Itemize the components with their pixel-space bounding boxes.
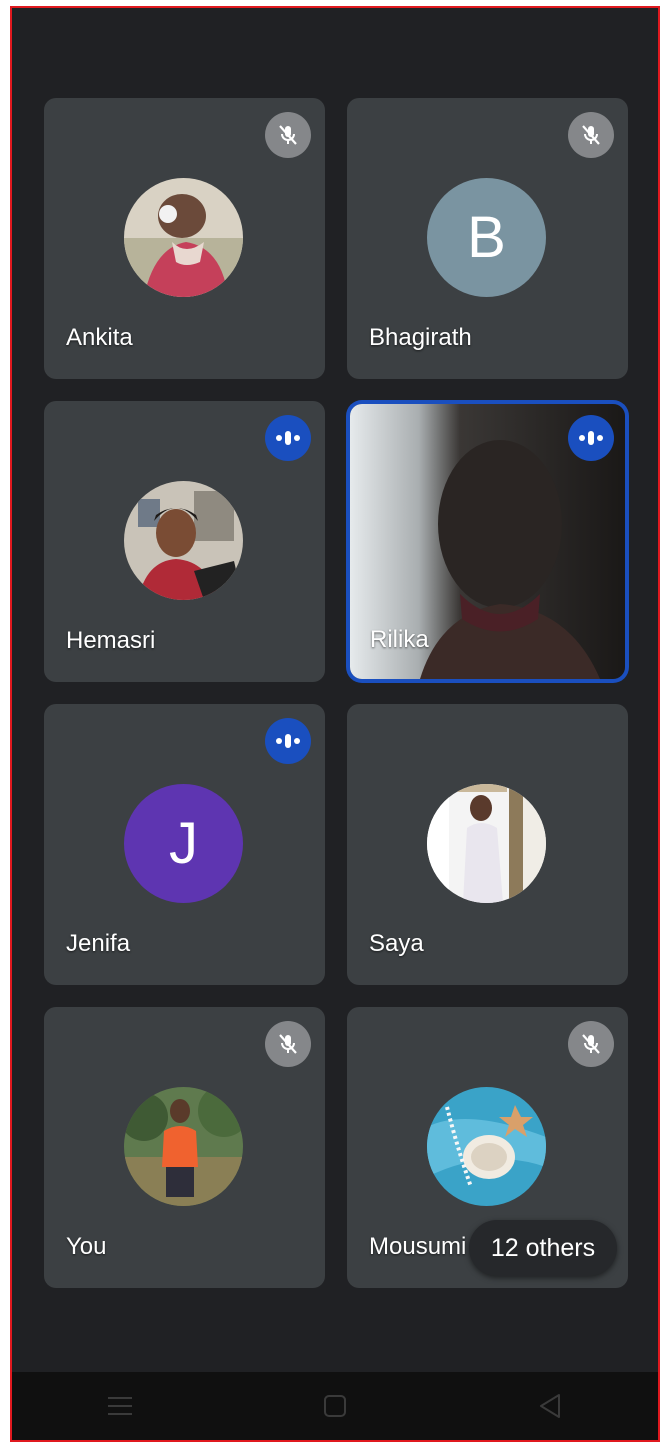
avatar-saya [427, 784, 546, 903]
mic-off-icon [568, 112, 614, 158]
participant-name: Hemasri [66, 627, 156, 654]
avatar-bhagirath: B [427, 178, 546, 297]
participant-name: Jenifa [66, 930, 131, 957]
participant-tile-ankita[interactable]: Ankita [44, 98, 325, 379]
avatar-ankita [124, 178, 243, 297]
participant-name: Ankita [66, 324, 133, 351]
back-triangle-icon[interactable] [520, 1376, 580, 1436]
avatar-you [124, 1087, 243, 1206]
photo-man-orange-shirt-icon [124, 1087, 243, 1206]
meeting-screen: Ankita B Bhagirath Hemasri Rilika J Jeni… [10, 6, 660, 1442]
photo-woman-selfie-icon [124, 481, 243, 600]
participant-name: Bhagirath [369, 324, 472, 351]
participant-name: Rilika [370, 626, 429, 653]
participant-name: Mousumi [369, 1233, 467, 1260]
participant-tile-bhagirath[interactable]: B Bhagirath [347, 98, 628, 379]
audio-level-icon [265, 718, 311, 764]
home-square-icon[interactable] [305, 1376, 365, 1436]
photo-girl-standing-icon [427, 784, 546, 903]
avatar-mousumi [427, 1087, 546, 1206]
participant-name: You [66, 1233, 107, 1260]
avatar-initial: B [467, 205, 506, 270]
participant-tile-saya[interactable]: Saya [347, 704, 628, 985]
avatar-jenifa: J [124, 784, 243, 903]
participant-tile-you[interactable]: You [44, 1007, 325, 1288]
participant-tile-hemasri[interactable]: Hemasri [44, 401, 325, 682]
participant-name: Saya [369, 930, 424, 957]
mic-off-icon [265, 112, 311, 158]
participant-tile-rilika[interactable]: Rilika [350, 404, 625, 679]
avatar-hemasri [124, 481, 243, 600]
mic-off-icon [265, 1021, 311, 1067]
participant-tile-jenifa[interactable]: J Jenifa [44, 704, 325, 985]
audio-level-icon [265, 415, 311, 461]
system-navigation-bar [12, 1372, 658, 1440]
mic-off-icon [568, 1021, 614, 1067]
audio-level-icon [568, 415, 614, 461]
others-chip-label: 12 others [490, 1233, 596, 1262]
photo-seashell-pearls-icon [427, 1087, 546, 1206]
menu-icon[interactable] [90, 1376, 150, 1436]
photo-girl-headphones-icon [124, 178, 243, 297]
others-chip[interactable]: 12 others [469, 1220, 617, 1276]
avatar-initial: J [169, 811, 198, 876]
